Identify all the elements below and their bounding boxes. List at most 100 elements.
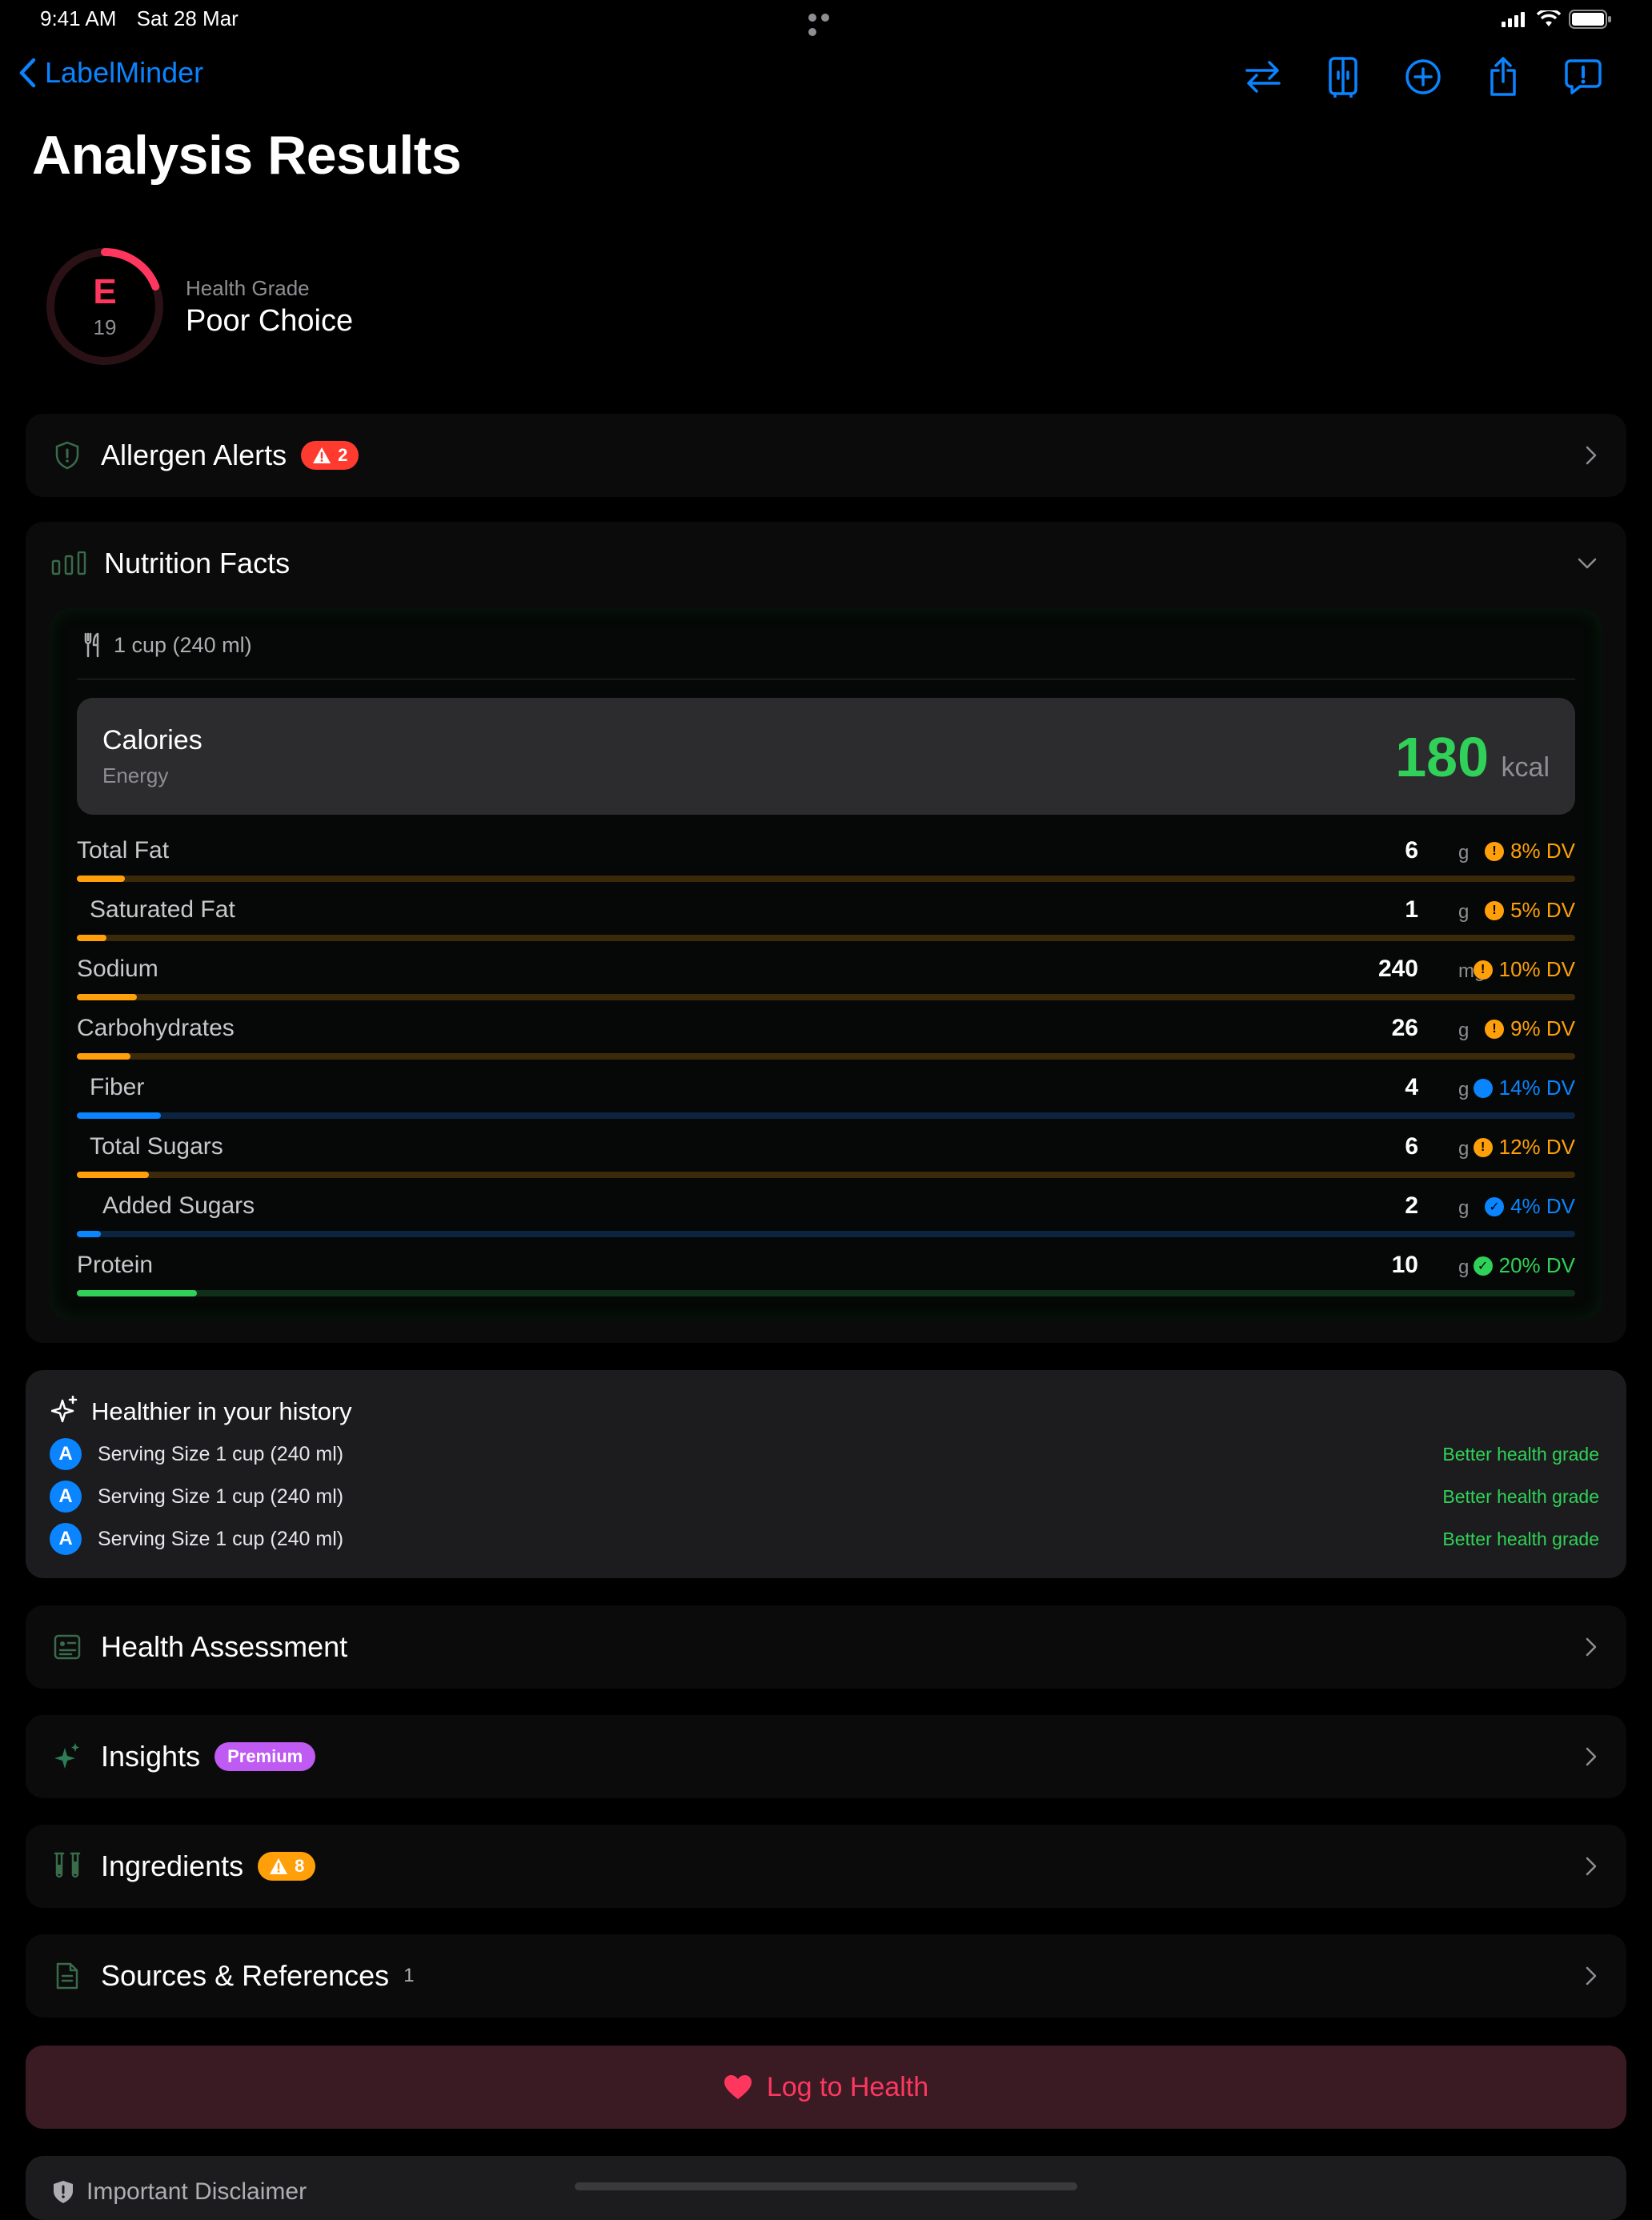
nutrition-facts-label: Nutrition Facts: [104, 547, 291, 579]
grade-label: Health Grade: [186, 276, 310, 300]
grade-avatar: A: [50, 1438, 82, 1470]
nutrient-dv: ! 9% DV: [1485, 1016, 1575, 1041]
allergen-count: 2: [338, 445, 348, 465]
nutrient-progress-fill: [77, 1231, 101, 1237]
allergen-alerts-row[interactable]: Allergen Alerts 2: [26, 414, 1626, 497]
nutrient-dv-text: 5% DV: [1510, 898, 1575, 922]
nutrient-name: Sodium: [77, 956, 158, 982]
ingredients-count-badge: 8: [258, 1852, 316, 1881]
ingredients-row[interactable]: Ingredients 8: [26, 1825, 1626, 1908]
bar-chart-icon: [51, 547, 86, 579]
chevron-right-icon: [1586, 446, 1597, 465]
calories-title: Calories: [102, 725, 202, 755]
nutrient-progress-track: [77, 1231, 1575, 1237]
calories-subtitle: Energy: [102, 763, 169, 787]
nutrient-unit: g: [1458, 1079, 1470, 1100]
nutrient-progress-track: [77, 876, 1575, 882]
home-indicator[interactable]: [575, 2182, 1077, 2190]
sources-row[interactable]: Sources & References 1: [26, 1934, 1626, 2018]
assessment-card-icon: [51, 1631, 83, 1663]
check-circle-icon: ✓: [1485, 1196, 1505, 1216]
share-icon: [1490, 57, 1516, 96]
disclaimer-label: Important Disclaimer: [86, 2178, 307, 2205]
nutrient-name: Carbohydrates: [77, 1015, 235, 1041]
log-to-health-button[interactable]: Log to Health: [26, 2046, 1626, 2129]
nutrient-name: Total Sugars: [90, 1133, 223, 1160]
nutrient-value: 26: [1391, 1015, 1418, 1041]
feedback-button[interactable]: [1562, 56, 1604, 98]
add-button[interactable]: [1402, 56, 1444, 98]
insights-label: Insights: [101, 1740, 201, 1773]
history-item-note: Better health grade: [1442, 1528, 1599, 1549]
heart-icon: [724, 2075, 752, 2099]
multitask-dots-icon[interactable]: [808, 11, 845, 36]
insights-row[interactable]: Insights Premium: [26, 1715, 1626, 1798]
grade-value: Poor Choice: [186, 304, 354, 338]
serving-size: 1 cup (240 ml): [83, 632, 252, 658]
history-title: Healthier in your history: [91, 1397, 352, 1425]
nutrient-row: Added Sugars 2 g ✓ 4% DV: [77, 1192, 1575, 1252]
nutrient-value: 2: [1405, 1192, 1418, 1219]
history-item[interactable]: A Serving Size 1 cup (240 ml) Better healt…: [50, 1479, 1599, 1514]
history-item-note: Better health grade: [1442, 1443, 1599, 1465]
document-icon: [51, 1960, 83, 1992]
warning-circle-icon: !: [1485, 1019, 1505, 1039]
nutrient-dv: ! 5% DV: [1485, 898, 1575, 923]
nutrient-progress-track: [77, 1172, 1575, 1178]
nutrient-unit: g: [1458, 1256, 1470, 1278]
calories-value: 180: [1395, 726, 1489, 788]
grade-avatar: A: [50, 1523, 82, 1555]
nutrient-name: Saturated Fat: [90, 896, 235, 923]
nutrient-row: Fiber 4 g 14% DV: [77, 1074, 1575, 1133]
toolbar: [1242, 56, 1604, 98]
chevron-right-icon: [1586, 1747, 1597, 1766]
info-circle-icon: [1473, 1078, 1493, 1098]
fridge-icon: [1329, 57, 1357, 98]
warning-triangle-icon: [313, 447, 331, 463]
grade-avatar: A: [50, 1481, 82, 1513]
chevron-left-icon: [19, 58, 36, 88]
back-button[interactable]: LabelMinder: [18, 56, 203, 90]
shield-alert-icon: [54, 2181, 73, 2203]
history-item[interactable]: A Serving Size 1 cup (240 ml) Better healt…: [50, 1437, 1599, 1472]
report-bubble-icon: [1565, 59, 1602, 94]
nutrient-name: Fiber: [90, 1074, 145, 1100]
history-item[interactable]: A Serving Size 1 cup (240 ml) Better healt…: [50, 1521, 1599, 1557]
health-assessment-row[interactable]: Health Assessment: [26, 1605, 1626, 1689]
nutrient-value: 6: [1405, 1133, 1418, 1160]
nutrition-facts-header[interactable]: Nutrition Facts: [26, 522, 1626, 605]
swap-arrows-button[interactable]: [1242, 56, 1284, 98]
grade-score: 19: [93, 315, 117, 339]
status-bar: 9:41 AM Sat 28 Mar: [40, 6, 253, 31]
test-tubes-icon: [51, 1850, 83, 1882]
warning-circle-icon: !: [1485, 841, 1505, 861]
chevron-right-icon: [1586, 1966, 1597, 1986]
nutrient-unit: g: [1458, 842, 1470, 864]
swap-arrows-icon: [1245, 61, 1281, 93]
back-label: LabelMinder: [45, 56, 204, 89]
nutrient-dv-text: 8% DV: [1510, 839, 1575, 863]
nutrient-dv-text: 10% DV: [1498, 957, 1575, 981]
nutrient-row: Total Sugars 6 g! 12% DV: [77, 1133, 1575, 1192]
nutrient-progress-track: [77, 935, 1575, 941]
nutrient-progress-fill: [77, 1290, 197, 1296]
nutrient-dv: ! 10% DV: [1473, 957, 1575, 982]
nutrient-progress-fill: [77, 935, 107, 941]
ingredients-label: Ingredients: [101, 1849, 244, 1882]
nutrient-dv-text: 4% DV: [1510, 1194, 1575, 1218]
history-item-note: Better health grade: [1442, 1485, 1599, 1507]
nutrient-progress-fill: [77, 1053, 131, 1060]
chevron-right-icon: [1586, 1857, 1597, 1876]
history-item-text: Serving Size 1 cup (240 ml): [98, 1485, 344, 1508]
nutrient-progress-fill: [77, 1172, 149, 1178]
ingredients-count: 8: [295, 1856, 305, 1876]
nutrient-value: 10: [1391, 1252, 1418, 1278]
share-button[interactable]: [1482, 56, 1524, 98]
chevron-down-icon: [1578, 558, 1597, 569]
nutrient-value: 4: [1405, 1074, 1418, 1100]
nutrient-value: 240: [1377, 956, 1418, 982]
warning-circle-icon: !: [1473, 960, 1493, 980]
nutrient-unit: g: [1458, 1197, 1470, 1219]
nutrient-progress-track: [77, 1290, 1575, 1296]
fridge-button[interactable]: [1322, 56, 1364, 98]
